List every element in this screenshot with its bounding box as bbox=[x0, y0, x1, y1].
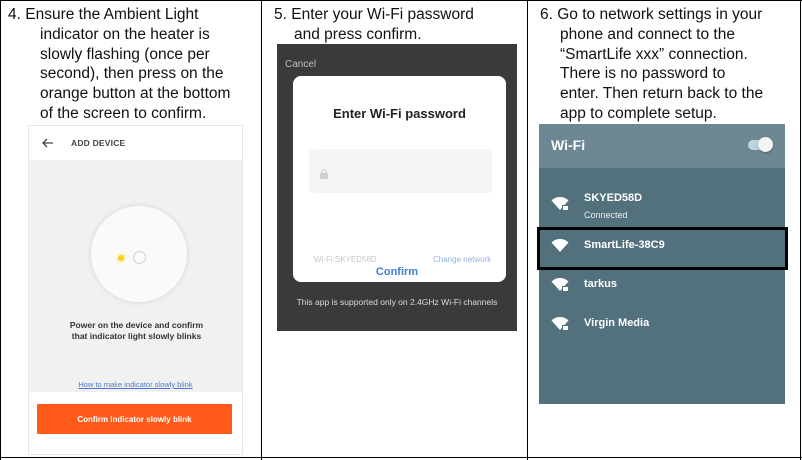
wifi-toggle-knob[interactable] bbox=[758, 137, 773, 152]
app-bar: ADD DEVICE bbox=[29, 126, 242, 160]
step-line: Ensure the Ambient Light bbox=[25, 6, 199, 23]
network-name: SKYED58D bbox=[584, 192, 643, 204]
step-5-text: 5. Enter your Wi-Fi password and press c… bbox=[274, 5, 474, 45]
step-line: Enter your Wi-Fi password bbox=[291, 6, 474, 23]
network-name: Wi-Fi:SKYED58D bbox=[314, 255, 377, 264]
step-line: and press confirm. bbox=[294, 25, 422, 43]
network-status: Connected bbox=[584, 210, 628, 220]
power-button-icon bbox=[133, 251, 146, 264]
network-item-virgin-media[interactable]: Virgin Media bbox=[539, 308, 785, 342]
step-line: There is no password to bbox=[560, 65, 726, 83]
help-link[interactable]: How to make indicator slowly blink bbox=[29, 380, 242, 389]
lock-icon bbox=[320, 168, 328, 179]
step-line: orange button at the bottom bbox=[40, 85, 231, 103]
confirm-indicator-button[interactable]: Confirm indicator slowly blink bbox=[37, 404, 232, 434]
highlight-box bbox=[537, 227, 788, 270]
wifi-locked-icon bbox=[551, 278, 569, 291]
step-4-text: 4. Ensure the Ambient Light indicator on… bbox=[8, 5, 230, 124]
cancel-button[interactable]: Cancel bbox=[285, 59, 316, 70]
instruction-line: that indicator light slowly blinks bbox=[71, 331, 202, 341]
step-number: 4. bbox=[8, 6, 21, 23]
step-line: second), then press on the bbox=[40, 65, 224, 83]
step-number: 6. bbox=[540, 6, 553, 23]
confirm-button[interactable]: Confirm bbox=[277, 266, 517, 278]
network-item-skyed58d[interactable]: SKYED58D Connected bbox=[539, 188, 785, 222]
back-arrow-icon[interactable] bbox=[41, 136, 55, 150]
table-border-left bbox=[0, 0, 1, 460]
wifi-locked-icon bbox=[551, 197, 569, 210]
instruction-text: Power on the device and confirm that ind… bbox=[37, 320, 236, 342]
device-illustration-area: Power on the device and confirm that ind… bbox=[29, 160, 242, 392]
table-border-top bbox=[0, 0, 802, 1]
table-border-right bbox=[800, 0, 801, 460]
network-name: Virgin Media bbox=[584, 317, 650, 329]
network-item-tarkus[interactable]: tarkus bbox=[539, 269, 785, 303]
step-line: indicator on the heater is bbox=[40, 25, 210, 43]
indicator-light-icon bbox=[118, 255, 124, 261]
column-divider bbox=[261, 0, 262, 460]
step-line: app to complete setup. bbox=[560, 104, 717, 122]
wifi-header: Wi-Fi bbox=[539, 124, 785, 168]
wifi-password-screenshot: Cancel Enter Wi-Fi password Wi-Fi:SKYED5… bbox=[277, 44, 517, 331]
step-line: of the screen to confirm. bbox=[40, 104, 207, 122]
page-title: ADD DEVICE bbox=[71, 138, 126, 148]
step-line: slowly flashing (once per bbox=[40, 45, 210, 63]
step-line: enter. Then return back to the bbox=[560, 85, 764, 103]
network-name: tarkus bbox=[584, 278, 618, 290]
table-border-bottom bbox=[0, 457, 802, 458]
add-device-screenshot: ADD DEVICE Power on the device and confi… bbox=[28, 125, 243, 455]
wifi-locked-icon bbox=[551, 317, 569, 330]
wifi-password-dialog: Enter Wi-Fi password Wi-Fi:SKYED58D Chan… bbox=[293, 76, 506, 282]
password-input[interactable] bbox=[309, 149, 492, 193]
footnote-text: This app is supported only on 2.4GHz Wi-… bbox=[296, 297, 498, 307]
step-6-text: 6. Go to network settings in your phone … bbox=[540, 5, 763, 124]
dialog-title: Enter Wi-Fi password bbox=[333, 106, 466, 121]
column-divider bbox=[527, 0, 528, 460]
step-line: Go to network settings in your bbox=[557, 6, 763, 23]
step-number: 5. bbox=[274, 6, 287, 23]
step-line: phone and connect to the bbox=[560, 25, 735, 43]
wifi-title: Wi-Fi bbox=[551, 137, 586, 153]
instruction-line: Power on the device and confirm bbox=[69, 320, 204, 330]
change-network-link[interactable]: Change network bbox=[433, 255, 491, 264]
step-line: “SmartLife xxx” connection. bbox=[560, 45, 748, 63]
